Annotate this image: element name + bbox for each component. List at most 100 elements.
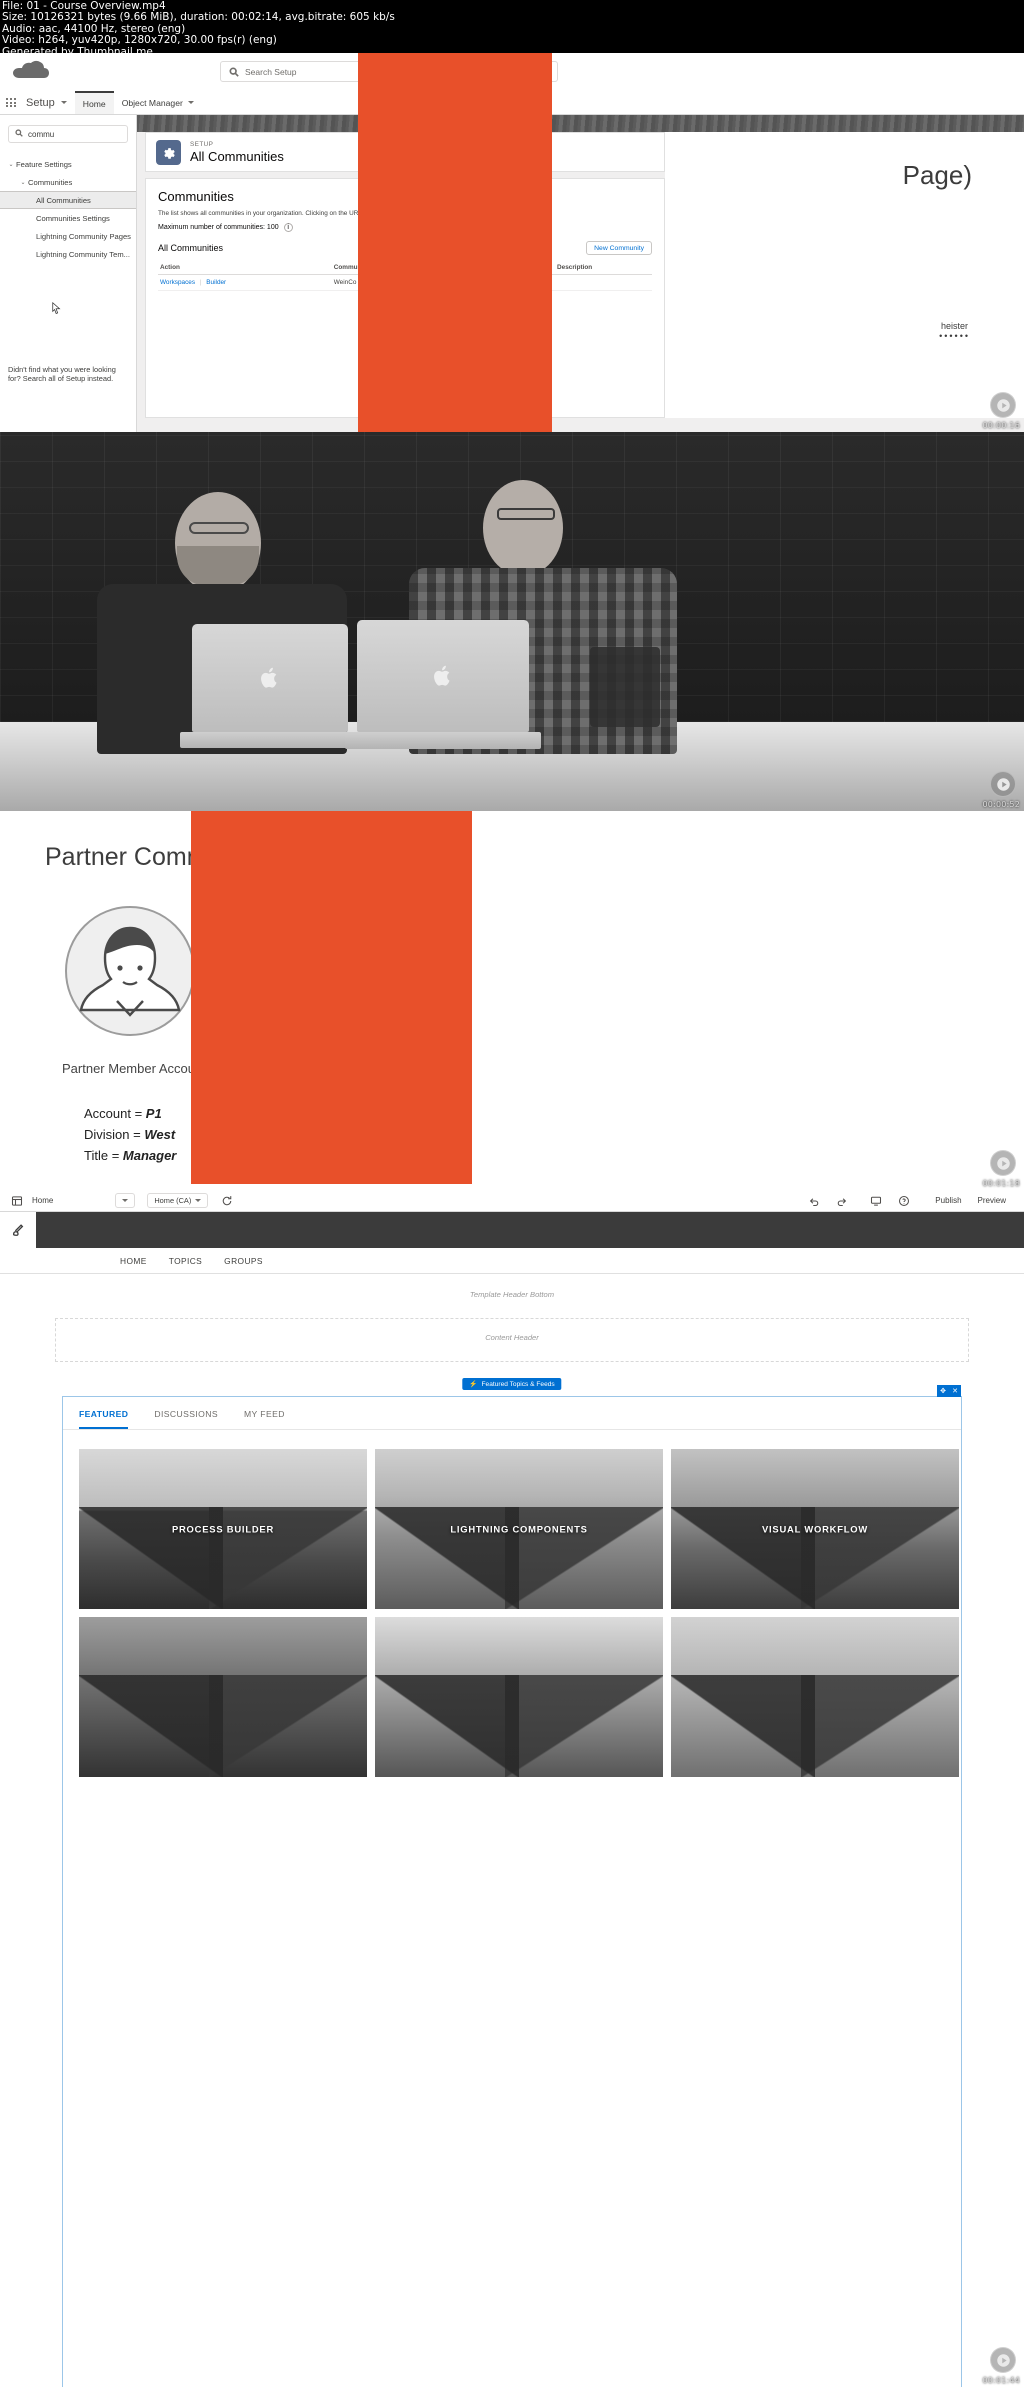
video-frame-1: Search Setup Setup Home Object Manager c…: [0, 53, 1024, 432]
lightning-bolt-icon: ⚡: [469, 1381, 478, 1388]
divider: |: [199, 279, 202, 287]
tab-my-feed[interactable]: MY FEED: [244, 1409, 285, 1429]
close-icon[interactable]: ✕: [949, 1385, 961, 1397]
topic-tile[interactable]: [671, 1617, 959, 1777]
apple-logo-icon: [434, 665, 450, 686]
attribute-row: Division = West: [84, 1124, 176, 1145]
tile-photo: [375, 1617, 663, 1777]
list-title: All Communities: [158, 243, 224, 254]
tab-home-label: Home: [82, 98, 106, 109]
component-controls: ✥ ✕: [937, 1385, 961, 1397]
frame-timestamp: 00:00:16: [982, 421, 1020, 430]
tab-home[interactable]: Home: [74, 91, 114, 114]
workspaces-link[interactable]: Workspaces: [160, 279, 195, 286]
sidebar-item-label: Lightning Community Tem...: [36, 249, 130, 259]
community-nav-groups[interactable]: GROUPS: [224, 1256, 263, 1266]
chevron-down-icon: [60, 101, 67, 104]
slide-role-label: Partner Member Account: [62, 1061, 206, 1076]
max-communities-label: Maximum number of communities: 100: [158, 224, 279, 232]
region-label-template-header-bottom: Template Header Bottom: [469, 1290, 555, 1299]
topic-tile[interactable]: VISUAL WORKFLOW: [671, 1449, 959, 1609]
brush-icon[interactable]: [0, 1212, 36, 1248]
new-community-button[interactable]: New Community: [586, 241, 652, 256]
device-preview-icon[interactable]: [869, 1194, 883, 1208]
tile-caption: LIGHTNING COMPONENTS: [450, 1523, 588, 1535]
audience-dropdown[interactable]: Home (CA): [147, 1193, 209, 1208]
component-chip-label: Featured Topics & Feeds: [481, 1380, 555, 1388]
attribute-row: Account = P1: [84, 1103, 176, 1124]
salesforce-cloud-logo-icon: [10, 59, 50, 85]
pages-icon[interactable]: [10, 1194, 24, 1208]
person-illustration-icon: [79, 926, 181, 1017]
topic-tile[interactable]: PROCESS BUILDER: [79, 1449, 367, 1609]
laptop-left: [180, 624, 360, 752]
setup-main-content: SETUP All Communities Communities The li…: [137, 115, 1024, 432]
chevron-down-icon[interactable]: ⌄: [6, 161, 16, 168]
overlay-slide-panel: Page) heister ••••••: [665, 132, 1024, 418]
attribute-value: P1: [145, 1106, 162, 1121]
sidebar-footer-note: Didn't find what you were looking for? S…: [8, 364, 116, 384]
slide-attributes: Account = P1 Division = West Title = Man…: [84, 1103, 176, 1166]
global-search-placeholder: Search Setup: [245, 66, 297, 77]
frame-timestamp: 00:01:44: [982, 2376, 1020, 2385]
community-builder: Home Home (CA) Publish Preview HOME TOPI…: [0, 1190, 1024, 2387]
topic-tile[interactable]: [375, 1617, 663, 1777]
tab-featured[interactable]: FEATURED: [79, 1409, 129, 1429]
region-label-content-header: Content Header: [485, 1333, 539, 1342]
component-chip-featured-topics-feeds[interactable]: ⚡ Featured Topics & Feeds: [462, 1378, 562, 1390]
app-name-dropdown[interactable]: Setup: [22, 91, 75, 114]
undo-icon[interactable]: [807, 1194, 821, 1208]
app-name-label: Setup: [26, 96, 55, 109]
app-launcher-icon[interactable]: [0, 91, 22, 114]
sidebar-item-lightning-community-templates[interactable]: Lightning Community Tem...: [0, 245, 136, 263]
community-nav-topics[interactable]: TOPICS: [169, 1256, 202, 1266]
page-select-label[interactable]: Home: [32, 1196, 53, 1205]
preview-button[interactable]: Preview: [970, 1196, 1014, 1205]
attribute-row: Title = Manager: [84, 1145, 176, 1166]
tile-caption: VISUAL WORKFLOW: [761, 1523, 869, 1535]
selected-component-panel[interactable]: ✥ ✕ FEATURED DISCUSSIONS MY FEED PROCESS…: [62, 1385, 962, 2387]
sidebar-item-feature-settings[interactable]: ⌄ Feature Settings: [0, 155, 136, 173]
sidebar-item-communities-settings[interactable]: Communities Settings: [0, 209, 136, 227]
cell-action: Workspaces | Builder: [158, 274, 332, 292]
audience-label: Home (CA): [154, 1196, 192, 1205]
topic-tiles-grid: PROCESS BUILDER LIGHTNING COMPONENTS VIS…: [79, 1449, 959, 1777]
attribute-value: West: [144, 1127, 176, 1142]
content-header-region[interactable]: Content Header: [55, 1318, 969, 1362]
attribute-value: Manager: [122, 1148, 177, 1163]
refresh-icon[interactable]: [220, 1194, 234, 1208]
frame-timestamp: 00:00:52: [982, 800, 1020, 809]
tab-discussions[interactable]: DISCUSSIONS: [154, 1409, 218, 1429]
sidebar-item-label: All Communities: [36, 195, 91, 205]
mouse-cursor-icon: [52, 301, 61, 314]
sidebar-item-label: Lightning Community Pages: [36, 231, 131, 241]
sidebar-item-lightning-community-pages[interactable]: Lightning Community Pages: [0, 227, 136, 245]
topic-tile[interactable]: [79, 1617, 367, 1777]
drag-handle-icon[interactable]: ✥: [937, 1385, 949, 1397]
tab-object-manager[interactable]: Object Manager: [114, 91, 202, 114]
info-icon[interactable]: i: [283, 223, 293, 233]
redo-icon[interactable]: [835, 1194, 849, 1208]
play-badge-icon: [990, 771, 1016, 797]
video-frame-4: Home Home (CA) Publish Preview HOME TOPI…: [0, 1190, 1024, 2387]
orange-censor-block: [191, 811, 472, 1184]
overlay-dots: ••••••: [939, 331, 970, 341]
tile-caption: PROCESS BUILDER: [171, 1523, 275, 1535]
chevron-down-icon: [122, 1199, 129, 1202]
chevron-down-icon[interactable]: ⌄: [18, 179, 28, 186]
setup-tree: ⌄ Feature Settings ⌄ Communities All Com…: [0, 155, 136, 263]
builder-canvas: HOME TOPICS GROUPS Template Header Botto…: [0, 1248, 1024, 2387]
community-nav-home[interactable]: HOME: [120, 1256, 147, 1266]
play-badge-icon: [990, 392, 1016, 418]
help-icon[interactable]: [897, 1194, 911, 1208]
sidebar-item-all-communities[interactable]: All Communities: [0, 191, 136, 209]
sidebar-item-label: Communities: [28, 177, 73, 187]
sidebar-item-communities[interactable]: ⌄ Communities: [0, 173, 136, 191]
topic-tile[interactable]: LIGHTNING COMPONENTS: [375, 1449, 663, 1609]
search-icon: [15, 129, 23, 139]
search-icon: [229, 66, 239, 77]
page-variation-dropdown[interactable]: [115, 1193, 136, 1208]
publish-button[interactable]: Publish: [927, 1196, 969, 1205]
builder-link[interactable]: Builder: [206, 279, 226, 286]
setup-quick-find-input[interactable]: commu: [8, 125, 128, 143]
